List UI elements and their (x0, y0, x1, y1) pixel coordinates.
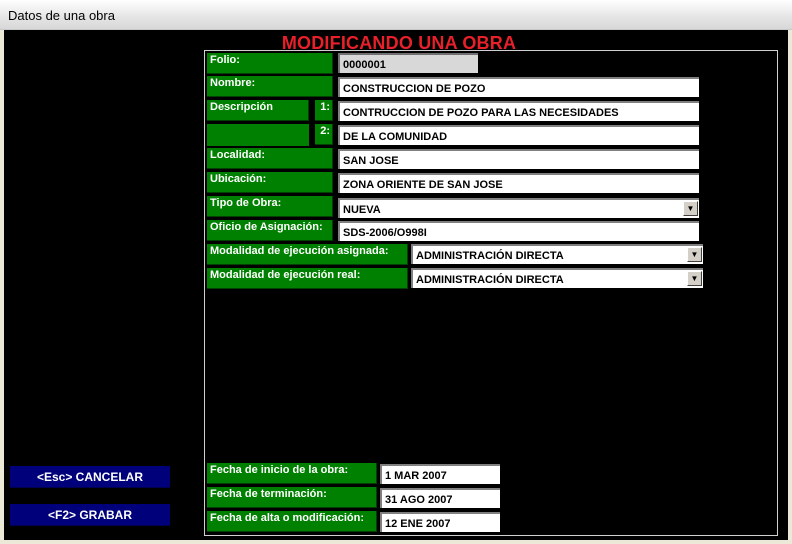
ubicacion-label: Ubicación: (207, 172, 333, 193)
fecha-inicio-field[interactable]: 1 MAR 2007 (380, 464, 500, 484)
form-window: MODIFICANDO UNA OBRA Folio: 0000001 Nomb… (4, 30, 788, 540)
modalidad-asignada-label: Modalidad de ejecución asignada: (207, 244, 408, 265)
chevron-down-icon[interactable]: ▼ (687, 247, 702, 262)
title-bar: Datos de una obra (0, 0, 792, 30)
modalidad-real-select[interactable]: ADMINISTRACIÓN DIRECTA ▼ (411, 268, 703, 288)
localidad-field[interactable]: SAN JOSE (338, 149, 699, 169)
tipo-obra-select[interactable]: NUEVA ▼ (338, 198, 699, 218)
folio-field[interactable]: 0000001 (338, 53, 478, 73)
fecha-alta-label: Fecha de alta o modificación: (207, 511, 377, 532)
fecha-terminacion-label: Fecha de terminación: (207, 487, 377, 508)
nombre-field[interactable]: CONSTRUCCION DE POZO (338, 77, 699, 97)
tipo-obra-label: Tipo de Obra: (207, 196, 333, 217)
nombre-label: Nombre: (207, 76, 333, 97)
descripcion-line2-field[interactable]: DE LA COMUNIDAD (338, 125, 699, 145)
tipo-obra-value: NUEVA (343, 204, 381, 216)
descripcion-line2-number: 2: (315, 124, 333, 145)
window-title: Datos de una obra (8, 8, 115, 23)
grabar-button[interactable]: <F2> GRABAR (10, 504, 170, 526)
modalidad-asignada-value: ADMINISTRACIÓN DIRECTA (416, 250, 564, 262)
modalidad-real-label: Modalidad de ejecución real: (207, 268, 408, 289)
modalidad-asignada-select[interactable]: ADMINISTRACIÓN DIRECTA ▼ (411, 244, 703, 264)
fecha-alta-field[interactable]: 12 ENE 2007 (380, 512, 500, 532)
descripcion-label-block (207, 124, 309, 146)
oficio-field[interactable]: SDS-2006/O998I (338, 221, 699, 241)
chevron-down-icon[interactable]: ▼ (683, 201, 698, 216)
descripcion-line1-field[interactable]: CONTRUCCION DE POZO PARA LAS NECESIDADES (338, 101, 699, 121)
fecha-terminacion-field[interactable]: 31 AGO 2007 (380, 488, 500, 508)
chevron-down-icon[interactable]: ▼ (687, 271, 702, 286)
localidad-label: Localidad: (207, 148, 333, 169)
cancelar-button[interactable]: <Esc> CANCELAR (10, 466, 170, 488)
oficio-label: Oficio de Asignación: (207, 220, 333, 241)
folio-label: Folio: (207, 53, 333, 74)
modalidad-real-value: ADMINISTRACIÓN DIRECTA (416, 274, 564, 286)
descripcion-label: Descripción (207, 100, 309, 121)
ubicacion-field[interactable]: ZONA ORIENTE DE SAN JOSE (338, 173, 699, 193)
fecha-inicio-label: Fecha de inicio de la obra: (207, 463, 377, 484)
descripcion-line1-number: 1: (315, 100, 333, 121)
